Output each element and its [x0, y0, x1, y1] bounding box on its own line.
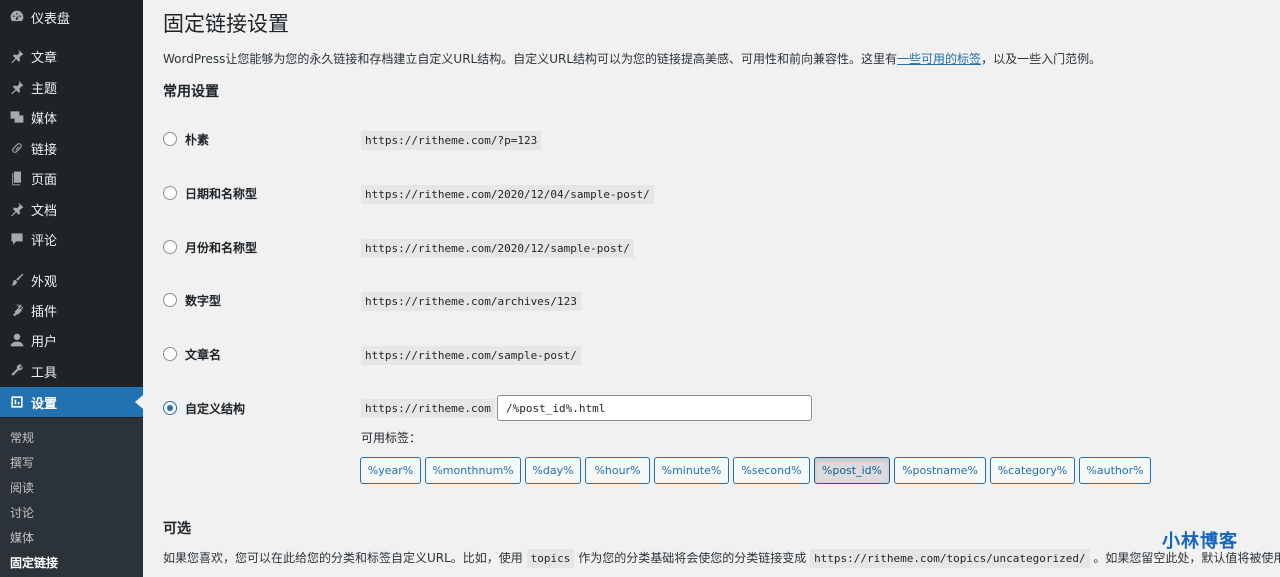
option-post-name: 文章名: [163, 345, 221, 363]
option-custom: 自定义结构: [163, 399, 245, 417]
sidebar-item-label: 外观: [31, 274, 58, 290]
optional-text-part: 。如果您留空此处，默认值将被使用。: [1093, 551, 1280, 565]
option-label: 数字型: [185, 293, 222, 308]
dashboard-icon: [8, 8, 26, 26]
example-url: https://ritheme.com/sample-post/: [361, 346, 581, 365]
optional-code-topics: topics: [526, 549, 575, 568]
sidebar-item-tools[interactable]: 工具: [0, 356, 143, 386]
sidebar-item-plugins[interactable]: 插件: [0, 295, 143, 325]
settings-icon: [8, 393, 26, 411]
user-icon: [8, 331, 26, 349]
tag-button-year[interactable]: %year%: [360, 457, 421, 484]
main-content: 固定链接设置 WordPress让您能够为您的永久链接和存档建立自定义URL结构…: [143, 0, 1280, 577]
plugin-icon: [8, 301, 26, 319]
sidebar-item-label: 用户: [31, 334, 58, 350]
sidebar-item-appearance[interactable]: 外观: [0, 265, 143, 295]
option-label: 文章名: [185, 347, 222, 362]
brush-icon: [8, 271, 26, 289]
tag-button-postname[interactable]: %postname%: [894, 457, 986, 484]
intro-text-part: WordPress让您能够为您的永久链接和存档建立自定义URL结构。自定义URL…: [163, 52, 898, 66]
example-url: https://ritheme.com/2020/12/sample-post/: [361, 239, 634, 258]
sidebar-item-settings[interactable]: 设置: [0, 387, 143, 417]
sidebar-item-users[interactable]: 用户: [0, 325, 143, 355]
option-day-name: 日期和名称型: [163, 184, 257, 202]
option-label: 朴素: [185, 132, 210, 147]
intro-text-part: ，以及一些入门范例。: [981, 52, 1102, 66]
link-icon: [8, 139, 26, 157]
tag-button-post-id[interactable]: %post_id%: [814, 457, 890, 484]
sidebar-item-label: 工具: [31, 365, 58, 381]
sidebar-item-links[interactable]: 链接: [0, 133, 143, 163]
page-title: 固定链接设置: [163, 12, 289, 36]
sidebar-item-label: 仪表盘: [31, 11, 71, 27]
option-label: 日期和名称型: [185, 186, 258, 201]
tag-button-second[interactable]: %second%: [733, 457, 810, 484]
option-label: 月份和名称型: [185, 240, 258, 255]
option-month-name: 月份和名称型: [163, 238, 257, 256]
submenu-item-reading[interactable]: 阅读: [10, 479, 34, 496]
radio-month-name[interactable]: [163, 240, 177, 254]
sidebar-item-posts[interactable]: 文章: [0, 41, 143, 71]
option-plain: 朴素: [163, 130, 209, 148]
custom-structure-input[interactable]: [497, 395, 812, 421]
sidebar-item-dashboard[interactable]: 仪表盘: [0, 2, 143, 32]
option-numeric: 数字型: [163, 291, 221, 309]
submenu-item-permalinks[interactable]: 固定链接: [10, 554, 58, 571]
optional-text-part: 如果您喜欢，您可以在此给您的分类和标签自定义URL。比如，使用: [163, 551, 523, 565]
example-url: https://ritheme.com/2020/12/04/sample-po…: [361, 185, 654, 204]
sidebar-item-label: 页面: [31, 172, 58, 188]
admin-sidebar: 仪表盘 文章 主题 媒体 链接 页面 文档 评论 外观 插件 用户 工具 设置 …: [0, 0, 143, 577]
pin-icon: [8, 47, 26, 65]
pin-icon: [8, 78, 26, 96]
radio-numeric[interactable]: [163, 293, 177, 307]
submenu-item-media[interactable]: 媒体: [10, 529, 34, 546]
submenu-item-writing[interactable]: 撰写: [10, 454, 34, 471]
sidebar-item-docs[interactable]: 文档: [0, 194, 143, 224]
wrench-icon: [8, 362, 26, 380]
submenu-item-general[interactable]: 常规: [10, 429, 34, 446]
tag-button-monthnum[interactable]: %monthnum%: [425, 457, 521, 484]
sidebar-item-media[interactable]: 媒体: [0, 102, 143, 132]
comment-icon: [8, 230, 26, 248]
radio-custom[interactable]: [163, 401, 177, 415]
sidebar-item-label: 插件: [31, 304, 58, 320]
sidebar-item-themes[interactable]: 主题: [0, 72, 143, 102]
submenu-item-discussion[interactable]: 讨论: [10, 504, 34, 521]
optional-code-url: https://ritheme.com/topics/uncategorized…: [810, 549, 1090, 568]
radio-post-name[interactable]: [163, 347, 177, 361]
settings-submenu: 常规 撰写 阅读 讨论 媒体 固定链接: [0, 418, 143, 577]
example-url: https://ritheme.com/archives/123: [361, 292, 581, 311]
option-label: 自定义结构: [185, 401, 246, 416]
optional-text-part: 作为您的分类基础将会使您的分类链接变成: [578, 551, 807, 565]
sidebar-item-label: 文档: [31, 203, 58, 219]
sidebar-item-pages[interactable]: 页面: [0, 163, 143, 193]
sidebar-item-label: 文章: [31, 50, 58, 66]
sidebar-item-label: 链接: [31, 142, 58, 158]
available-tags-label: 可用标签：: [361, 431, 422, 445]
common-settings-title: 常用设置: [163, 84, 219, 100]
intro-text: WordPress让您能够为您的永久链接和存档建立自定义URL结构。自定义URL…: [163, 50, 1101, 67]
available-tags-link[interactable]: 一些可用的标签: [897, 52, 981, 66]
optional-description: 如果您喜欢，您可以在此给您的分类和标签自定义URL。比如，使用 topics 作…: [163, 549, 1280, 568]
example-url: https://ritheme.com/?p=123: [361, 131, 542, 150]
radio-day-name[interactable]: [163, 186, 177, 200]
tag-button-category[interactable]: %category%: [990, 457, 1075, 484]
sidebar-item-label: 主题: [31, 81, 58, 97]
sidebar-item-label: 评论: [31, 233, 58, 249]
tag-button-hour[interactable]: %hour%: [585, 457, 650, 484]
tag-button-author[interactable]: %author%: [1079, 457, 1151, 484]
watermark-logo: 小林博客: [1162, 531, 1238, 552]
tag-button-day[interactable]: %day%: [525, 457, 581, 484]
pin-icon: [8, 200, 26, 218]
sidebar-item-label: 设置: [31, 396, 58, 412]
custom-base-url: https://ritheme.com: [361, 399, 495, 418]
media-icon: [8, 108, 26, 126]
sidebar-item-label: 媒体: [31, 111, 58, 127]
optional-section-title: 可选: [163, 521, 191, 537]
tag-button-minute[interactable]: %minute%: [654, 457, 729, 484]
sidebar-item-comments[interactable]: 评论: [0, 224, 143, 254]
page-icon: [8, 169, 26, 187]
radio-plain[interactable]: [163, 132, 177, 146]
